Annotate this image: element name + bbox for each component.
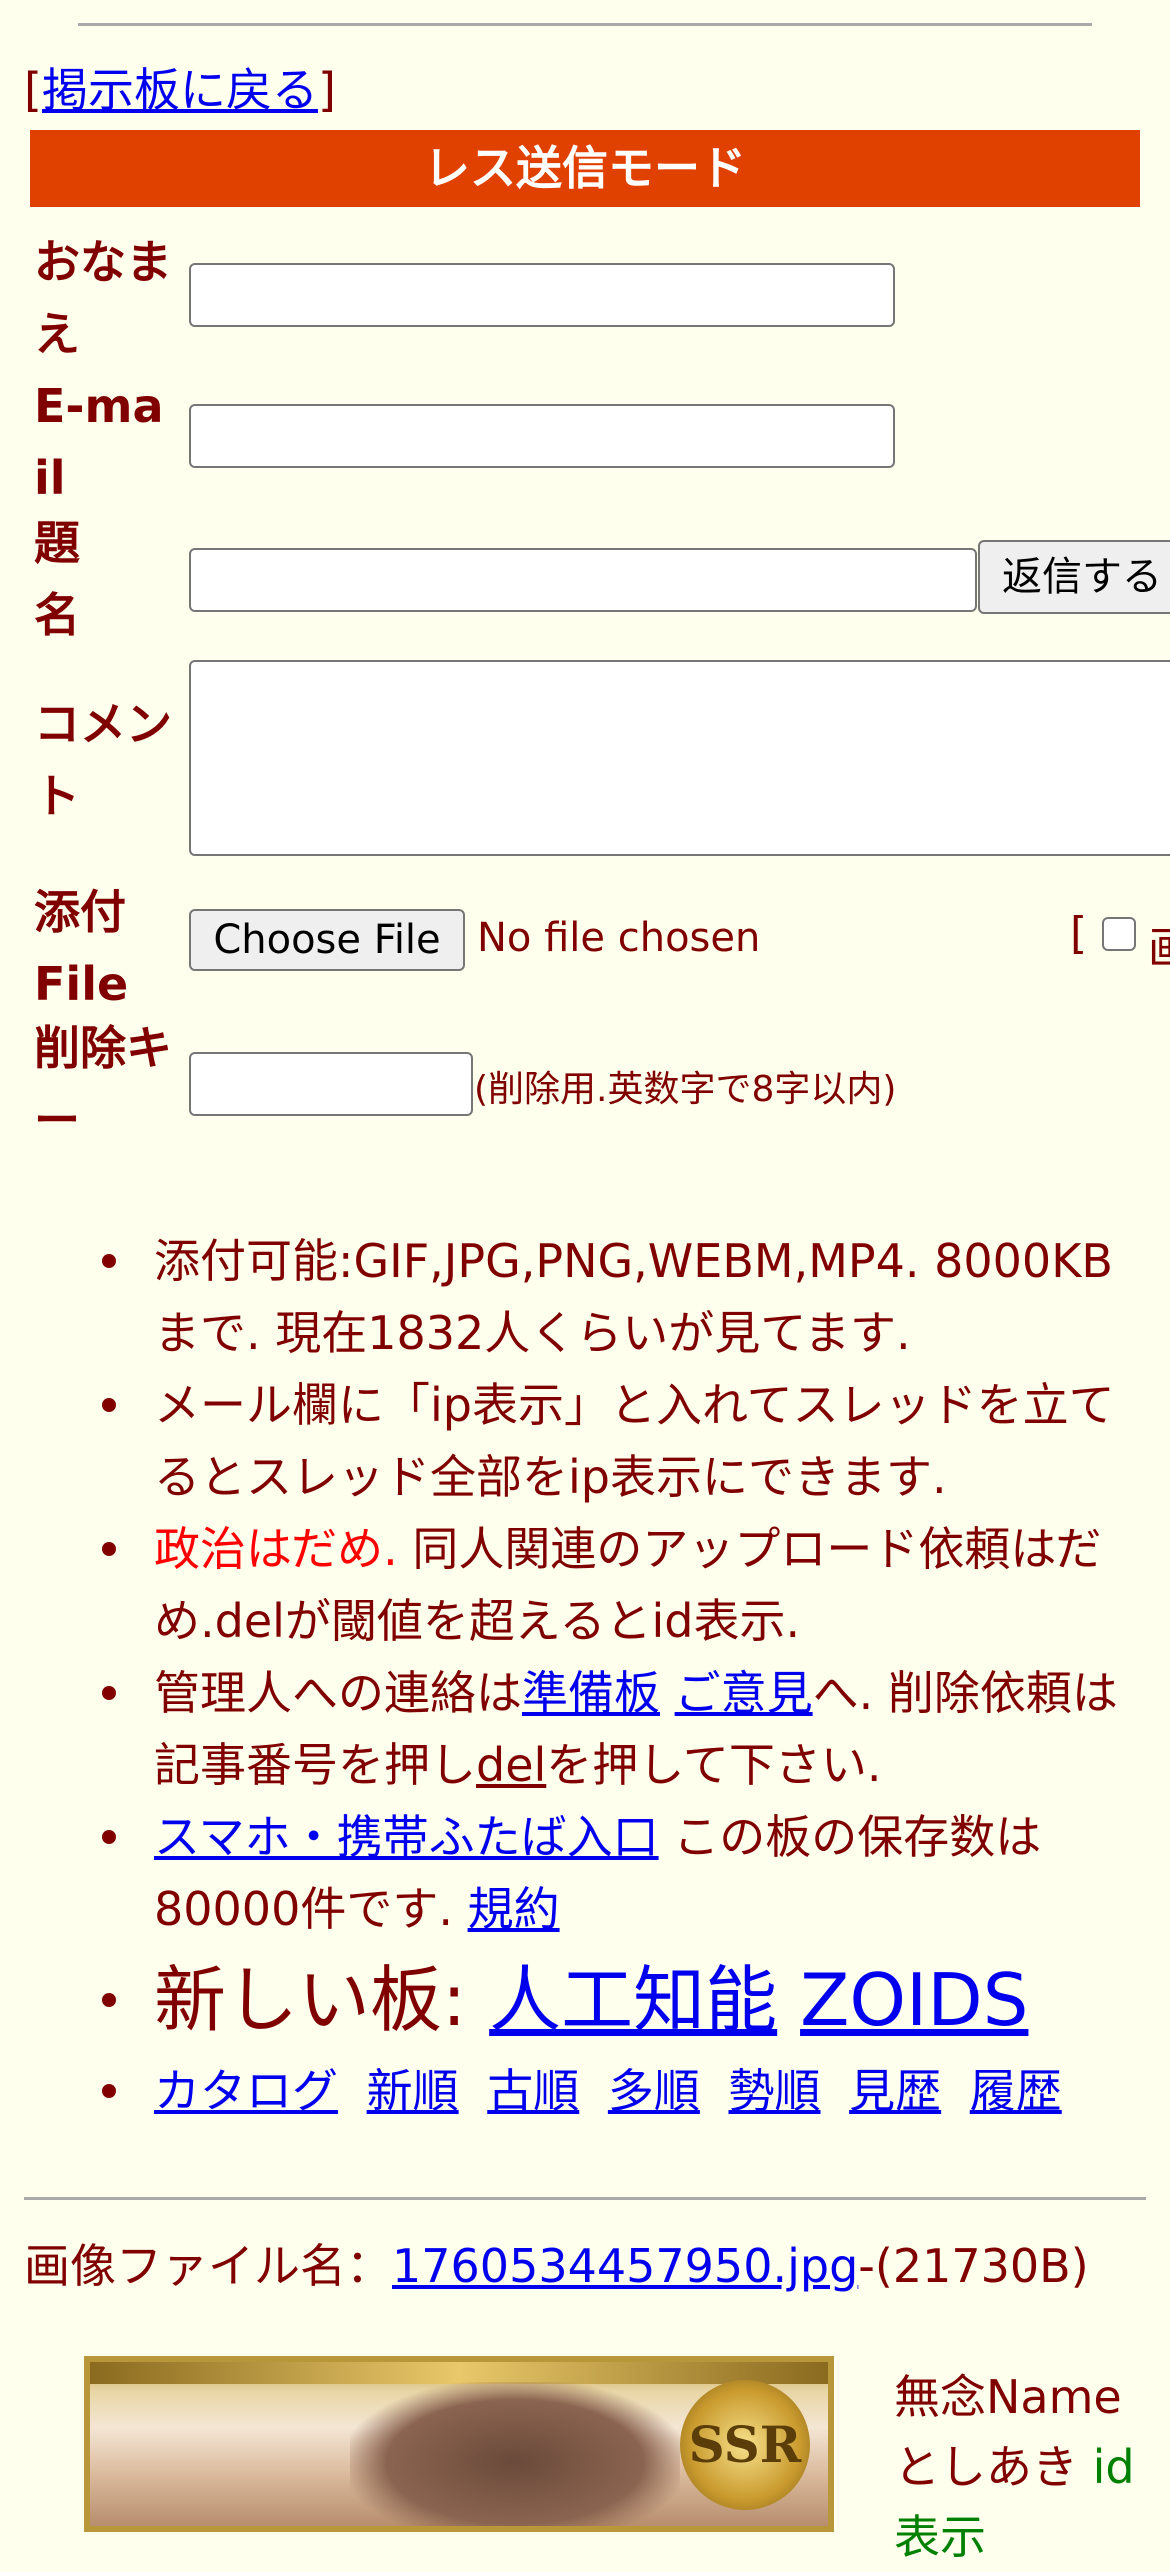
poster-name: としあき	[894, 2440, 1078, 2494]
subject-input[interactable]	[189, 548, 977, 612]
list-item: カタログ 新順 古順 多順 勢順 見歴 履歴	[96, 2055, 1156, 2127]
bottom-divider	[24, 2197, 1146, 2200]
history-link[interactable]: 履歴	[970, 2064, 1062, 2118]
zoids-board-link[interactable]: ZOIDS	[800, 1958, 1028, 2042]
email-label: E-mail	[34, 379, 164, 505]
email-input[interactable]	[189, 404, 895, 468]
list-item: 添付可能:GIF,JPG,PNG,WEBM,MP4. 8000KBまで. 現在1…	[96, 1225, 1156, 1369]
bullet-icon	[102, 1542, 116, 1556]
back-nav: [掲示板に戻る]	[24, 63, 336, 117]
image-filename-line: 画像ファイル名：1760534457950.jpg-(21730B)	[24, 2239, 1089, 2293]
bullet-icon	[102, 1830, 116, 1844]
list-item: スマホ・携帯ふたば入口 この板の保存数は80000件です. 規約	[96, 1801, 1156, 1945]
list-item: メール欄に「ip表示」と入れてスレッドを立てるとスレッド全部をip表示にできます…	[96, 1369, 1156, 1513]
ai-board-link[interactable]: 人工知能	[489, 1958, 777, 2042]
bullet-icon	[102, 1254, 116, 1268]
reply-submit-button[interactable]: 返信する	[978, 540, 1170, 614]
delete-key-hint: (削除用.英数字で8字以内)	[474, 1069, 897, 1110]
bullet-icon	[102, 2084, 116, 2098]
back-to-board-link[interactable]: 掲示板に戻る	[42, 63, 318, 117]
list-item: 管理人への連絡は準備板 ご意見へ. 削除依頼は記事番号を押しdelを押して下さい…	[96, 1657, 1156, 1801]
view-history-link[interactable]: 見歴	[849, 2064, 941, 2118]
feedback-link[interactable]: ご意見	[675, 1666, 813, 1720]
image-option-checkbox[interactable]	[1102, 917, 1136, 951]
character-figure	[350, 2382, 680, 2526]
list-item: 新しい板: 人工知能 ZOIDS	[96, 1945, 1156, 2055]
sort-new-link[interactable]: 新順	[367, 2064, 459, 2118]
bullet-icon	[102, 1686, 116, 1700]
top-divider	[78, 23, 1092, 26]
choose-file-button[interactable]: Choose File	[189, 909, 465, 971]
catalog-link[interactable]: カタログ	[154, 2064, 338, 2118]
frame-border	[90, 2362, 828, 2384]
comment-textarea[interactable]	[189, 660, 1170, 856]
image-option-label: 画	[1148, 912, 1170, 976]
board-rules-list: 添付可能:GIF,JPG,PNG,WEBM,MP4. 8000KBまで. 現在1…	[96, 1225, 1156, 2127]
delete-key-input[interactable]	[189, 1052, 473, 1116]
del-link[interactable]: del	[476, 1738, 546, 1792]
post-meta: 無念Name としあき id 表示	[894, 2362, 1170, 2572]
name-input[interactable]	[189, 263, 895, 327]
name-label: おなまえ	[34, 235, 172, 361]
image-file-link[interactable]: 1760534457950.jpg	[392, 2239, 858, 2293]
smartphone-entrance-link[interactable]: スマホ・携帯ふたば入口	[154, 1810, 659, 1864]
delete-key-label: 削除キー	[34, 1021, 172, 1147]
bullet-icon	[102, 1398, 116, 1412]
comment-label: コメント	[34, 697, 172, 823]
politics-warning: 政治はだめ.	[154, 1522, 398, 1576]
no-file-chosen-text: No file chosen	[477, 915, 761, 961]
post-subject: 無念Name	[894, 2370, 1122, 2424]
id-display: 表示	[894, 2510, 986, 2564]
file-label: 添付File	[34, 885, 129, 1011]
ssr-badge: SSR	[680, 2380, 810, 2510]
prep-board-link[interactable]: 準備板	[522, 1666, 660, 1720]
id-label: id	[1092, 2440, 1135, 2494]
list-item: 政治はだめ. 同人関連のアップロード依頼はだめ.delが閾値を超えるとid表示.	[96, 1513, 1156, 1657]
subject-label: 題名	[34, 516, 80, 642]
bullet-icon	[102, 1993, 116, 2007]
sort-old-link[interactable]: 古順	[487, 2064, 579, 2118]
terms-link[interactable]: 規約	[468, 1882, 560, 1936]
sort-momentum-link[interactable]: 勢順	[729, 2064, 821, 2118]
reply-mode-banner: レス送信モード	[30, 130, 1140, 207]
extra-option-bracket: [	[1070, 908, 1088, 959]
post-thumbnail-image[interactable]: SSR	[84, 2356, 834, 2532]
sort-many-link[interactable]: 多順	[608, 2064, 700, 2118]
